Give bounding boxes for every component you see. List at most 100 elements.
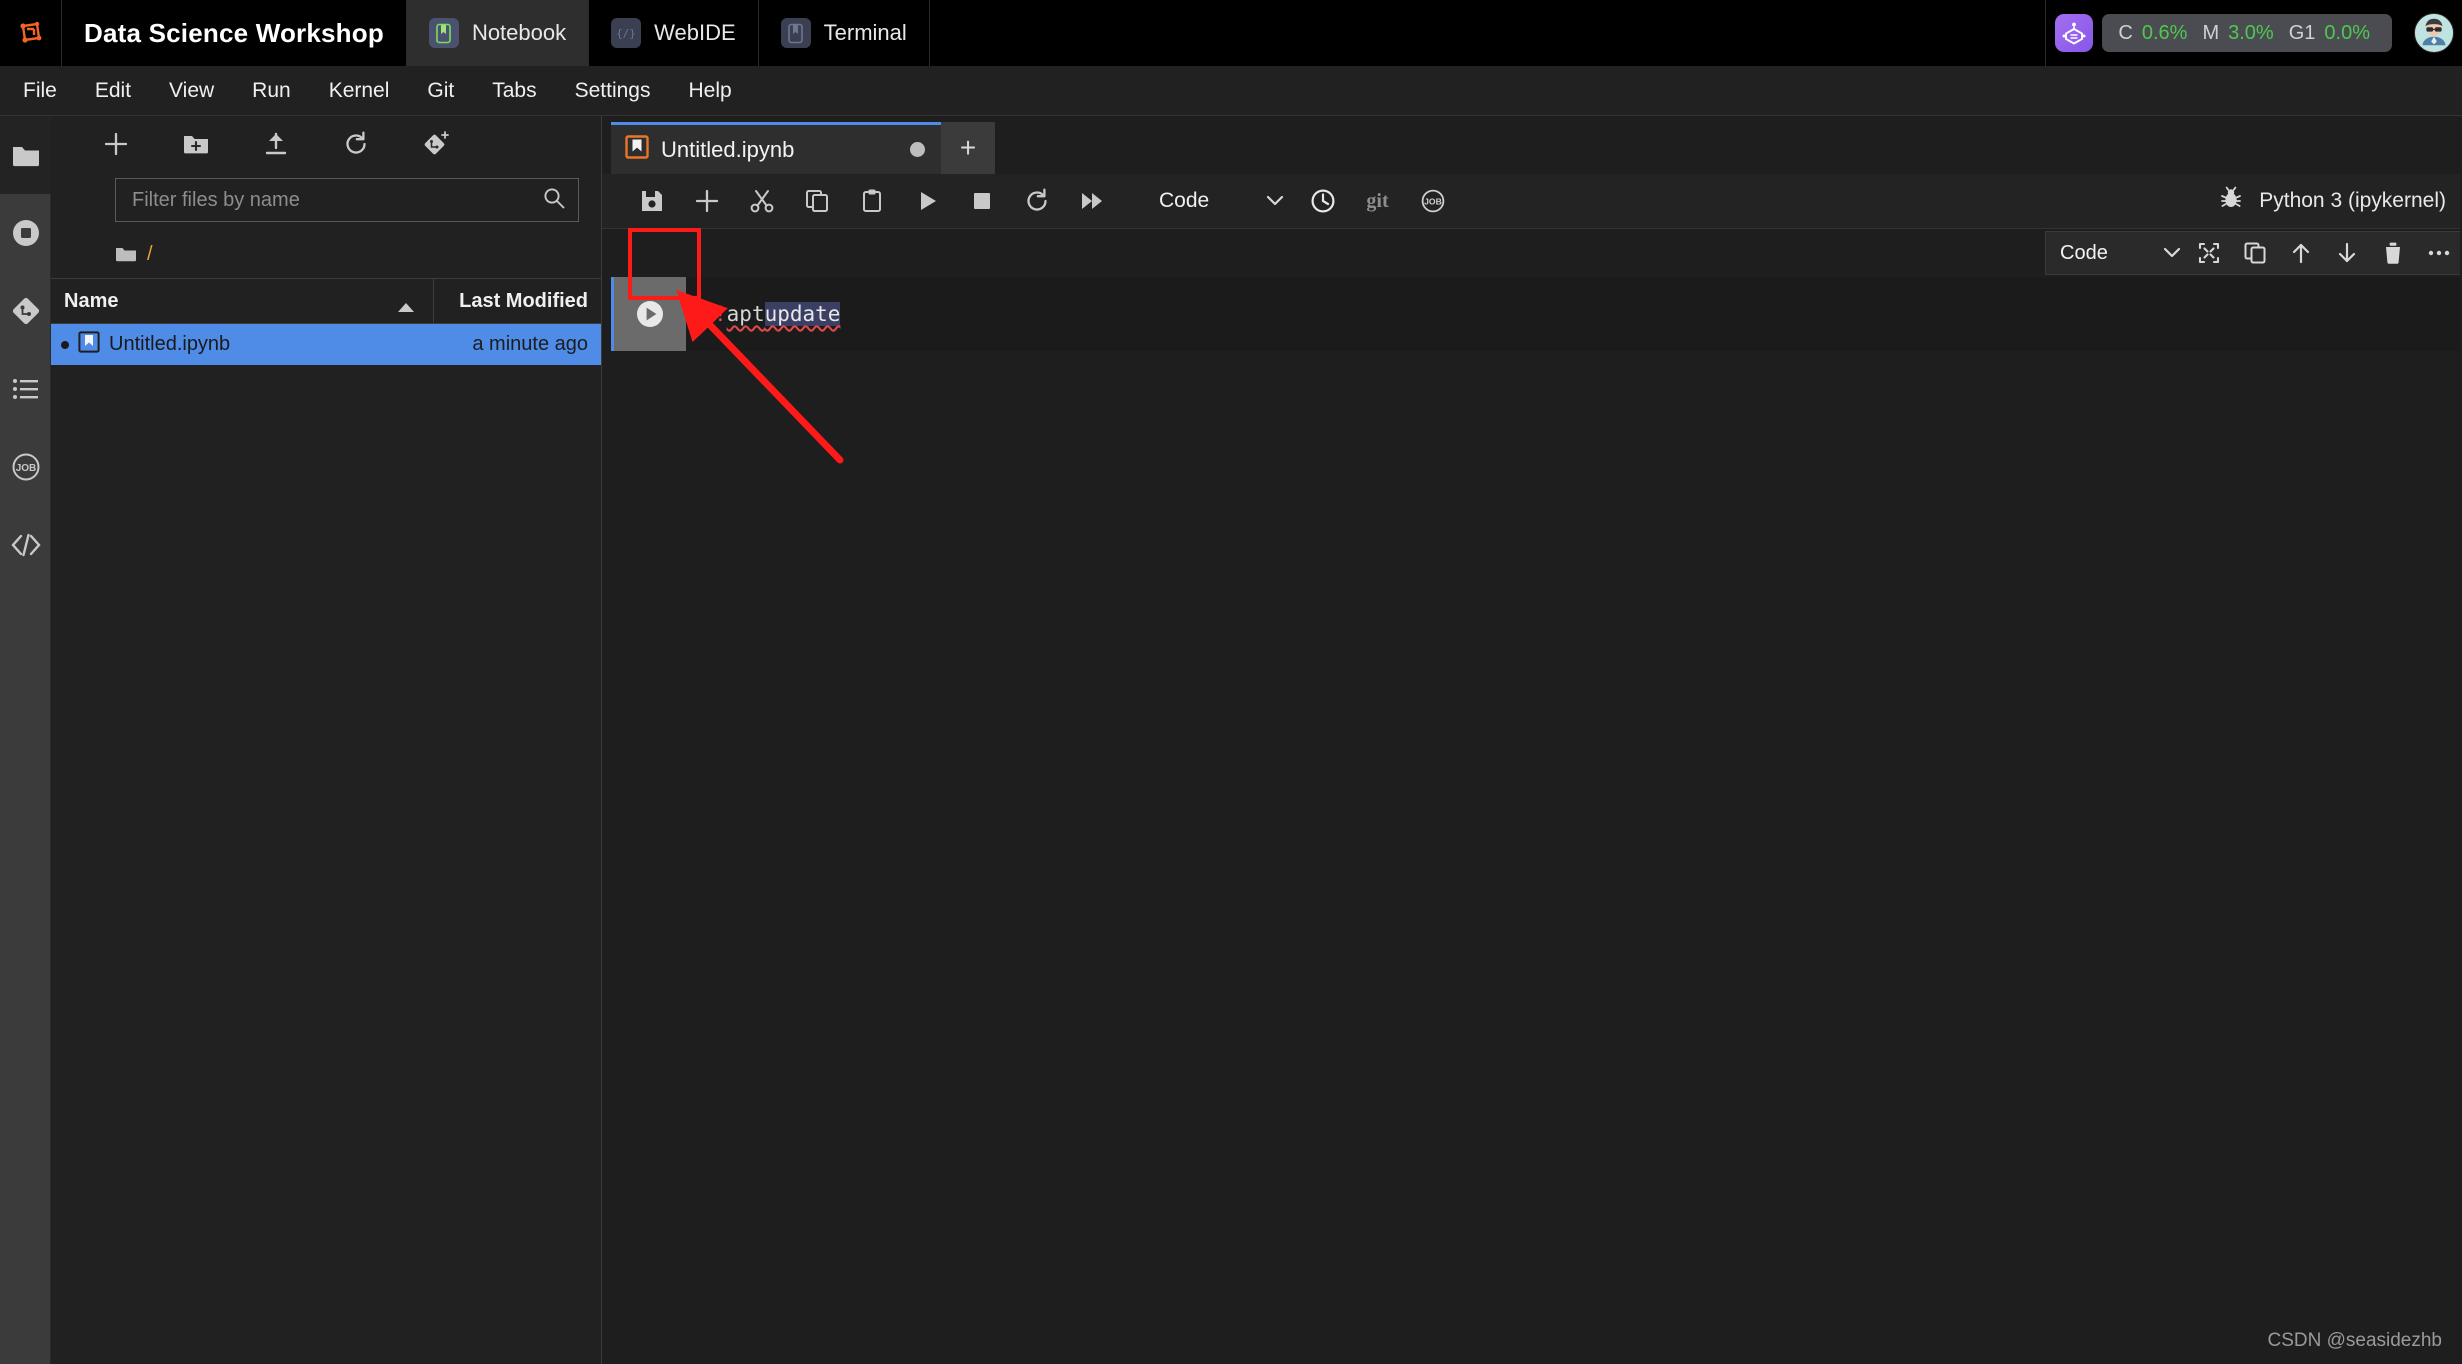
insert-cell-button[interactable] xyxy=(679,179,734,223)
notebook-file-icon xyxy=(78,330,100,359)
file-list-header: Name Last Modified xyxy=(51,278,601,324)
code-token-command: apt xyxy=(726,302,765,326)
resource-key: G1 xyxy=(2288,21,2316,44)
cell-type-select-inline[interactable]: Code xyxy=(2060,233,2186,273)
column-header-last-modified[interactable]: Last Modified xyxy=(433,279,601,323)
copy-icon xyxy=(805,190,828,212)
move-cell-down-button[interactable] xyxy=(2324,233,2370,273)
unsaved-changes-icon[interactable] xyxy=(910,142,925,157)
upload-files-button[interactable] xyxy=(259,127,293,161)
stop-circle-icon xyxy=(12,220,39,246)
menu-file[interactable]: File xyxy=(4,66,76,116)
collapse-icon xyxy=(2198,242,2220,264)
breadcrumb[interactable]: / xyxy=(115,236,601,272)
top-tab-notebook[interactable]: Notebook xyxy=(406,0,590,66)
cell-type-value: Code xyxy=(2060,241,2108,264)
search-input[interactable] xyxy=(132,188,542,212)
list-icon xyxy=(12,379,38,399)
trash-icon xyxy=(2386,242,2400,264)
menu-view[interactable]: View xyxy=(150,66,233,116)
duplicate-cell-button[interactable] xyxy=(2232,233,2278,273)
folder-icon xyxy=(12,147,39,167)
column-label: Last Modified xyxy=(459,289,588,312)
git-toolbar-button[interactable]: git xyxy=(1350,179,1405,223)
copy-cells-button[interactable] xyxy=(789,179,844,223)
svg-text:{/}: {/} xyxy=(616,27,636,40)
notebook-cell[interactable]: ! apt update xyxy=(611,277,2462,351)
ai-assistant-button[interactable] xyxy=(2046,0,2102,66)
menu-kernel[interactable]: Kernel xyxy=(310,66,409,116)
column-header-name[interactable]: Name xyxy=(51,279,433,323)
kernel-status-area[interactable]: Python 3 (ipykernel) xyxy=(2219,186,2462,216)
top-tab-terminal[interactable]: Terminal xyxy=(759,0,930,66)
cell-type-value: Code xyxy=(1159,189,1210,212)
app-logo[interactable] xyxy=(0,0,62,66)
restart-kernel-button[interactable] xyxy=(1009,179,1064,223)
history-button[interactable] xyxy=(1295,179,1350,223)
new-tab-button[interactable]: + xyxy=(941,122,995,174)
resource-usage-indicator[interactable]: C 0.6% M 3.0% G1 0.0% xyxy=(2102,14,2392,52)
resource-key: M xyxy=(2202,21,2220,44)
avatar xyxy=(2414,13,2454,53)
menu-settings[interactable]: Settings xyxy=(556,66,670,116)
menu-help[interactable]: Help xyxy=(670,66,751,116)
sidebar-item-extensions[interactable] xyxy=(0,506,51,584)
tab-untitled-ipynb[interactable]: Untitled.ipynb xyxy=(611,122,941,174)
job-circle-icon: JOB xyxy=(12,453,39,481)
run-cell-button[interactable] xyxy=(899,179,954,223)
folder-icon xyxy=(116,248,136,262)
sidebar-item-jobs[interactable]: JOB xyxy=(0,428,51,506)
top-tab-label: WebIDE xyxy=(654,20,736,45)
menu-git[interactable]: Git xyxy=(408,66,473,116)
run-cell-gutter-button[interactable] xyxy=(614,277,686,351)
more-options-button[interactable] xyxy=(2416,233,2462,273)
plus-icon xyxy=(695,189,718,213)
file-name-cell: Untitled.ipynb xyxy=(51,330,433,359)
clock-icon xyxy=(1311,189,1334,213)
save-notebook-button[interactable] xyxy=(624,179,679,223)
refresh-listing-button[interactable] xyxy=(339,127,373,161)
filter-files-box[interactable] xyxy=(115,178,579,222)
cell-toolbar: Code xyxy=(2045,231,2462,275)
job-toolbar-button[interactable]: JOB xyxy=(1405,179,1460,223)
cell-type-select[interactable]: Code xyxy=(1147,179,1295,223)
brand-bar: Data Science Workshop Notebook {/} WebID… xyxy=(0,0,2462,66)
svg-text:JOB: JOB xyxy=(1424,197,1442,207)
collapse-cell-button[interactable] xyxy=(2186,233,2232,273)
terminal-icon xyxy=(780,18,811,48)
paste-cells-button[interactable] xyxy=(844,179,899,223)
top-tab-webide[interactable]: {/} WebIDE xyxy=(589,0,759,66)
sidebar-item-file-browser[interactable] xyxy=(0,116,51,194)
bug-icon[interactable] xyxy=(2219,186,2243,216)
sidebar-item-git[interactable] xyxy=(0,272,51,350)
git-clone-button[interactable] xyxy=(419,127,453,161)
new-launcher-button[interactable] xyxy=(99,127,133,161)
interrupt-kernel-button[interactable] xyxy=(954,179,1009,223)
brand-bar-spacer xyxy=(930,0,2047,66)
sidebar-item-running-sessions[interactable] xyxy=(0,194,51,272)
menu-edit[interactable]: Edit xyxy=(76,66,150,116)
new-folder-button[interactable] xyxy=(179,127,213,161)
menu-run[interactable]: Run xyxy=(233,66,310,116)
chevron-down-icon xyxy=(2162,242,2182,265)
paste-icon xyxy=(862,189,881,212)
top-tab-label: Terminal xyxy=(823,20,907,45)
delete-cell-button[interactable] xyxy=(2370,233,2416,273)
document-tab-bar: Untitled.ipynb + xyxy=(602,116,2462,174)
user-menu-button[interactable] xyxy=(2406,0,2462,66)
unsaved-indicator-dot xyxy=(61,340,69,349)
top-tab-label: Notebook xyxy=(471,20,567,45)
restart-and-run-all-button[interactable] xyxy=(1064,179,1119,223)
watermark: CSDN @seasidezhb xyxy=(2267,1330,2442,1351)
git-text-icon: git xyxy=(1366,189,1389,212)
menu-tabs[interactable]: Tabs xyxy=(473,66,555,116)
code-slash-icon xyxy=(10,533,41,557)
cell-code-editor[interactable]: ! apt update xyxy=(686,277,2462,351)
file-list-item-untitled-ipynb[interactable]: Untitled.ipynb a minute ago xyxy=(51,324,601,365)
plus-icon xyxy=(104,132,128,156)
breadcrumb-path: / xyxy=(147,242,153,265)
cut-cells-button[interactable] xyxy=(734,179,789,223)
arrow-down-icon xyxy=(2338,242,2356,263)
move-cell-up-button[interactable] xyxy=(2278,233,2324,273)
sidebar-item-table-of-contents[interactable] xyxy=(0,350,51,428)
